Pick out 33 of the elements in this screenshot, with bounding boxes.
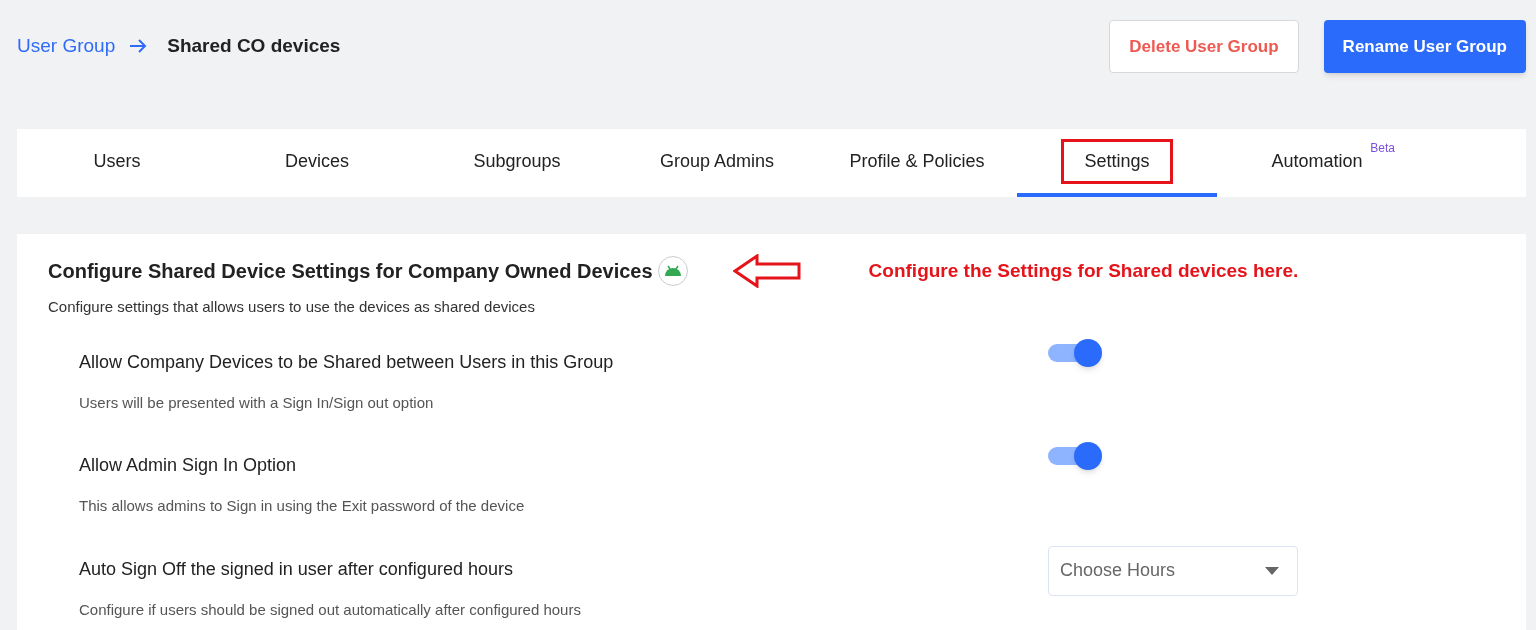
tab[interactable]: Users <box>17 129 217 197</box>
section-description: Configure settings that allows users to use the devices as shared devices <box>48 297 536 317</box>
hours-dropdown[interactable]: Choose Hours <box>1048 545 1298 596</box>
rename-button[interactable]: Rename User Group <box>1323 20 1526 73</box>
setting-title: Auto Sign Off the signed in user after configured hours <box>79 557 514 581</box>
beta-label: Beta <box>1370 140 1395 157</box>
tab-label: Group Admins <box>658 149 776 173</box>
arrow-right-icon <box>129 39 148 53</box>
setting-title: Allow Admin Sign In Option <box>79 454 298 477</box>
tab[interactable]: Devices <box>217 129 417 197</box>
tab-label: Devices <box>284 149 350 173</box>
toggle-switch[interactable] <box>1048 442 1102 470</box>
tab[interactable]: Settings <box>1017 129 1217 197</box>
tab[interactable]: Subgroups <box>417 129 617 197</box>
setting-description: This allows admins to Sign in using the Exit password of the device <box>79 496 526 516</box>
toggle-switch[interactable] <box>1048 338 1102 367</box>
setting-description: Configure if users should be signed out automatically after configured hours <box>79 599 582 620</box>
tab[interactable]: Group Admins <box>617 129 817 197</box>
annotation-text: Configure the Settings for Shared devices here. <box>868 258 1299 283</box>
tab[interactable]: Automation Beta <box>1217 129 1417 197</box>
tab-label: Settings <box>1061 138 1173 184</box>
tab-label: Subgroups <box>472 149 562 173</box>
setting-description: Users will be presented with a Sign In/Sign out option <box>79 392 435 413</box>
breadcrumb-link[interactable]: User Group <box>17 31 116 61</box>
tab-label: Users <box>92 149 142 173</box>
tab[interactable]: Profile & Policies <box>817 129 1017 197</box>
arrow-left-icon <box>732 254 801 288</box>
breadcrumb-current: Shared CO devices <box>167 33 341 58</box>
tab-label: Automation <box>1270 149 1364 173</box>
caret-down-icon <box>1265 566 1279 575</box>
setting-title: Allow Company Devices to be Shared between Users in this Group <box>79 350 615 374</box>
tab-label: Profile & Policies <box>848 149 986 173</box>
section-title: Configure Shared Device Settings for Company Owned Devices <box>48 259 653 284</box>
